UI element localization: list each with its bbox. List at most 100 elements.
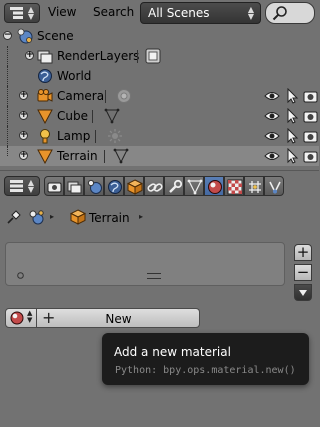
outliner-header: ▲ ▼ View Search All Scenes ▲ ▼	[0, 0, 319, 26]
texture-checker-icon	[227, 179, 243, 195]
updown-arrow-icon: ▲ ▼	[27, 309, 33, 324]
list-resize-grip[interactable]	[147, 273, 161, 279]
tab-world[interactable]	[104, 176, 124, 196]
scene-icon	[17, 28, 33, 44]
updown-arrow-icon: ▲ ▼	[247, 5, 254, 21]
tree-label-camera: Camera	[57, 89, 105, 103]
tab-scene[interactable]	[84, 176, 104, 196]
tree-row-cube[interactable]: + Cube	[0, 106, 319, 126]
tree-row-scene[interactable]: − Scene	[0, 26, 319, 46]
tree-label-lamp: Lamp	[57, 129, 91, 143]
renderable-camera-icon[interactable]	[303, 148, 319, 164]
world-icon	[108, 180, 122, 194]
render-camera-icon	[47, 182, 62, 193]
editor-type-button[interactable]: ▲ ▼	[4, 3, 40, 23]
visibility-eye-icon[interactable]	[264, 88, 280, 104]
tree-row-world[interactable]: World	[0, 66, 319, 86]
tree-row-terrain[interactable]: + Terrain	[0, 146, 319, 166]
new-material-button[interactable]: + New	[37, 308, 200, 328]
render-layer-icon	[145, 48, 161, 64]
updown-arrow-icon: ▲ ▼	[27, 178, 34, 194]
object-cube-icon	[70, 209, 86, 225]
selectable-cursor-icon[interactable]	[284, 128, 300, 144]
material-specials-button[interactable]	[294, 284, 312, 301]
tree-label-terrain: Terrain	[57, 149, 98, 163]
expand-toggle[interactable]: +	[19, 111, 28, 120]
world-icon	[38, 69, 52, 83]
physics-icon	[269, 181, 281, 194]
mesh-data-icon	[187, 179, 203, 195]
expand-toggle[interactable]: +	[19, 151, 28, 160]
search-input[interactable]	[265, 2, 315, 24]
object-cube-icon	[127, 179, 143, 195]
lamp-data-icon	[108, 129, 122, 143]
list-filter-icon[interactable]	[17, 272, 24, 279]
collapse-toggle[interactable]: −	[3, 31, 12, 40]
wrench-icon	[169, 179, 183, 193]
display-mode-select[interactable]: All Scenes ▲ ▼	[140, 2, 261, 24]
mesh-data-icon	[104, 108, 120, 124]
constraint-chain-icon	[147, 183, 163, 192]
material-sphere-icon	[208, 180, 222, 194]
renderable-camera-icon[interactable]	[303, 88, 319, 104]
tab-object[interactable]	[124, 176, 144, 196]
tab-physics[interactable]	[264, 176, 284, 196]
tab-texture[interactable]	[224, 176, 244, 196]
selectable-cursor-icon[interactable]	[284, 108, 300, 124]
material-slot-list[interactable]	[5, 242, 285, 286]
scene-icon	[87, 179, 102, 194]
mesh-icon	[37, 149, 53, 164]
breadcrumb-arrow-icon: ▸	[50, 212, 55, 221]
scene-icon	[29, 210, 44, 225]
renderable-camera-icon[interactable]	[303, 128, 319, 144]
tree-label-scene: Scene	[37, 29, 74, 43]
menu-view[interactable]: View	[48, 5, 76, 19]
tree-label-renderlayers: RenderLayers	[57, 49, 140, 63]
expand-toggle[interactable]: +	[19, 91, 28, 100]
expand-toggle[interactable]: +	[25, 51, 34, 60]
add-material-slot-button[interactable]: +	[294, 244, 312, 261]
tab-material[interactable]	[204, 176, 224, 196]
properties-editor-icon	[10, 180, 23, 192]
tab-render[interactable]	[44, 176, 64, 196]
camera-icon	[37, 89, 53, 102]
tab-modifiers[interactable]	[164, 176, 184, 196]
properties-editor-type-button[interactable]: ▲ ▼	[4, 176, 40, 196]
tooltip-title: Add a new material	[114, 345, 231, 359]
tab-particles[interactable]	[244, 176, 264, 196]
tree-label-world: World	[57, 69, 92, 83]
tab-render-layers[interactable]	[64, 176, 84, 196]
outliner-editor-icon	[10, 7, 23, 19]
expand-toggle[interactable]: +	[19, 131, 28, 140]
camera-data-icon	[117, 89, 131, 103]
lamp-icon	[40, 129, 50, 144]
tree-row-renderlayers[interactable]: + RenderLayers	[0, 46, 319, 66]
tooltip-python: Python: bpy.ops.material.new()	[115, 365, 296, 376]
remove-material-slot-button[interactable]: −	[294, 264, 312, 281]
updown-arrow-icon: ▲ ▼	[27, 5, 34, 21]
render-layers-icon	[37, 50, 53, 64]
pin-icon[interactable]	[6, 209, 22, 225]
selectable-cursor-icon[interactable]	[284, 148, 300, 164]
tree-row-camera[interactable]: + Camera	[0, 86, 319, 106]
visibility-eye-icon[interactable]	[264, 108, 280, 124]
mesh-icon	[37, 109, 53, 124]
visibility-eye-icon[interactable]	[264, 148, 280, 164]
tree-row-lamp[interactable]: + Lamp	[0, 126, 319, 146]
browse-material-button[interactable]: ▲ ▼	[5, 308, 37, 328]
visibility-eye-icon[interactable]	[264, 128, 280, 144]
render-layers-icon	[67, 181, 82, 194]
selectable-cursor-icon[interactable]	[284, 88, 300, 104]
particles-icon	[249, 181, 261, 193]
menu-search[interactable]: Search	[93, 5, 134, 19]
dropdown-arrow-icon	[299, 290, 307, 296]
tab-data[interactable]	[184, 176, 204, 196]
properties-header: ▲ ▼	[0, 170, 319, 202]
outliner-tree: − Scene + RenderLayers World + Camera + …	[0, 26, 319, 170]
tab-constraints[interactable]	[144, 176, 164, 196]
tree-label-cube: Cube	[57, 109, 88, 123]
mesh-data-icon	[113, 148, 129, 164]
breadcrumb-arrow-icon: ▸	[139, 212, 144, 221]
renderable-camera-icon[interactable]	[303, 108, 319, 124]
new-material-label: New	[105, 312, 132, 326]
